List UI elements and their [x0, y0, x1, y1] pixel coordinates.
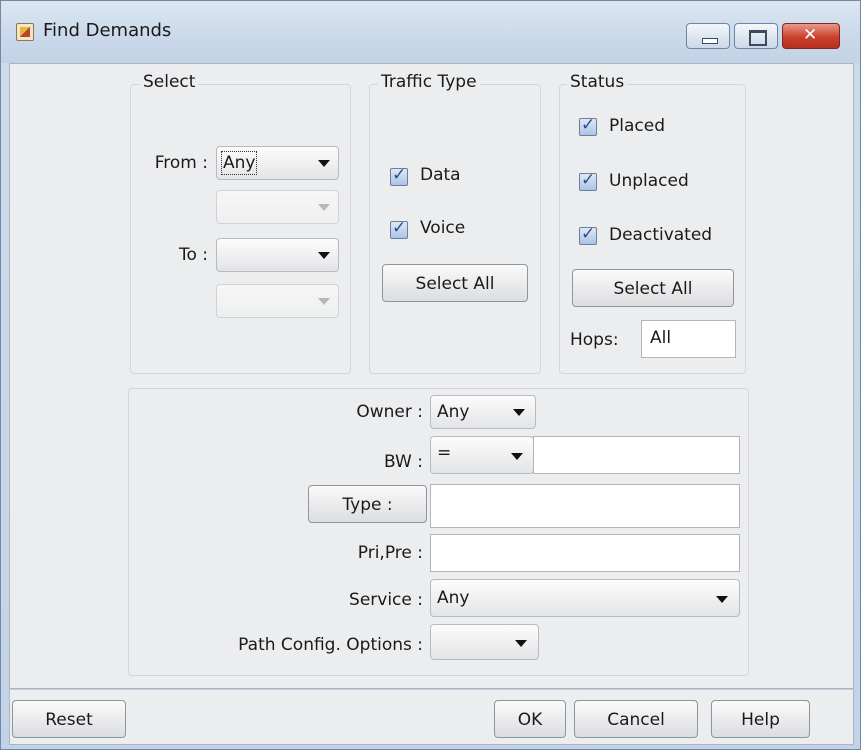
- deactivated-checkbox[interactable]: [579, 224, 597, 245]
- footer-bar: Reset OK Cancel Help: [9, 689, 854, 745]
- select-group-title: Select: [140, 72, 199, 92]
- chevron-down-icon: [318, 298, 330, 305]
- placed-label: Placed: [609, 116, 665, 136]
- from-select[interactable]: Any: [216, 146, 339, 180]
- bw-label: BW :: [384, 452, 423, 472]
- app-icon: [16, 23, 34, 41]
- traffic-type-title: Traffic Type: [378, 72, 480, 92]
- path-config-select[interactable]: [430, 624, 539, 660]
- help-button[interactable]: Help: [711, 700, 810, 738]
- owner-label: Owner :: [356, 402, 423, 422]
- path-config-label: Path Config. Options :: [238, 635, 423, 655]
- type-input[interactable]: [430, 484, 740, 528]
- status-select-all-button[interactable]: Select All: [572, 269, 734, 307]
- maximize-icon[interactable]: [734, 23, 778, 49]
- window-title: Find Demands: [43, 20, 172, 41]
- chevron-down-icon: [515, 640, 527, 647]
- chevron-down-icon: [511, 453, 523, 460]
- unplaced-label: Unplaced: [609, 171, 689, 191]
- voice-label: Voice: [420, 218, 466, 238]
- service-select[interactable]: Any: [430, 579, 740, 617]
- bw-operator-select[interactable]: =: [430, 436, 534, 474]
- to-select[interactable]: [216, 238, 339, 272]
- dialog-content: Select From : Any To : Traffic Type Data…: [9, 63, 854, 689]
- chevron-down-icon: [318, 252, 330, 259]
- unplaced-checkbox[interactable]: [579, 170, 597, 191]
- from-select-value: Any: [220, 151, 258, 175]
- select-group: [130, 84, 351, 374]
- minimize-icon[interactable]: [686, 23, 730, 49]
- traffic-select-all-button[interactable]: Select All: [382, 264, 528, 302]
- chevron-down-icon: [318, 160, 330, 167]
- bw-operator-value: =: [437, 443, 452, 463]
- type-button[interactable]: Type :: [308, 485, 427, 523]
- voice-checkbox[interactable]: [390, 218, 408, 239]
- deactivated-label: Deactivated: [609, 225, 713, 245]
- close-icon[interactable]: [782, 23, 840, 49]
- data-checkbox[interactable]: [390, 165, 408, 186]
- chevron-down-icon: [716, 596, 728, 603]
- pripre-input[interactable]: [430, 534, 740, 572]
- chevron-down-icon: [318, 204, 330, 211]
- ok-button[interactable]: OK: [494, 700, 566, 738]
- hops-label: Hops:: [570, 330, 619, 350]
- chevron-down-icon: [513, 409, 525, 416]
- bw-input[interactable]: [533, 436, 740, 474]
- find-demands-window: Find Demands Select From : Any To : Traf…: [0, 0, 861, 750]
- status-group-title: Status: [567, 72, 628, 92]
- from-label: From :: [154, 153, 208, 173]
- data-label: Data: [420, 165, 461, 185]
- cancel-button[interactable]: Cancel: [574, 700, 698, 738]
- reset-button[interactable]: Reset: [12, 700, 126, 738]
- to-subselect: [216, 284, 339, 318]
- service-label: Service :: [349, 590, 423, 610]
- owner-select[interactable]: Any: [430, 395, 536, 429]
- owner-select-value: Any: [437, 402, 470, 422]
- from-subselect: [216, 190, 339, 224]
- service-select-value: Any: [437, 588, 470, 608]
- title-bar[interactable]: Find Demands: [1, 1, 860, 63]
- to-label: To :: [178, 245, 208, 265]
- hops-input[interactable]: All: [641, 320, 736, 358]
- placed-checkbox[interactable]: [579, 115, 597, 136]
- pripre-label: Pri,Pre :: [357, 543, 423, 563]
